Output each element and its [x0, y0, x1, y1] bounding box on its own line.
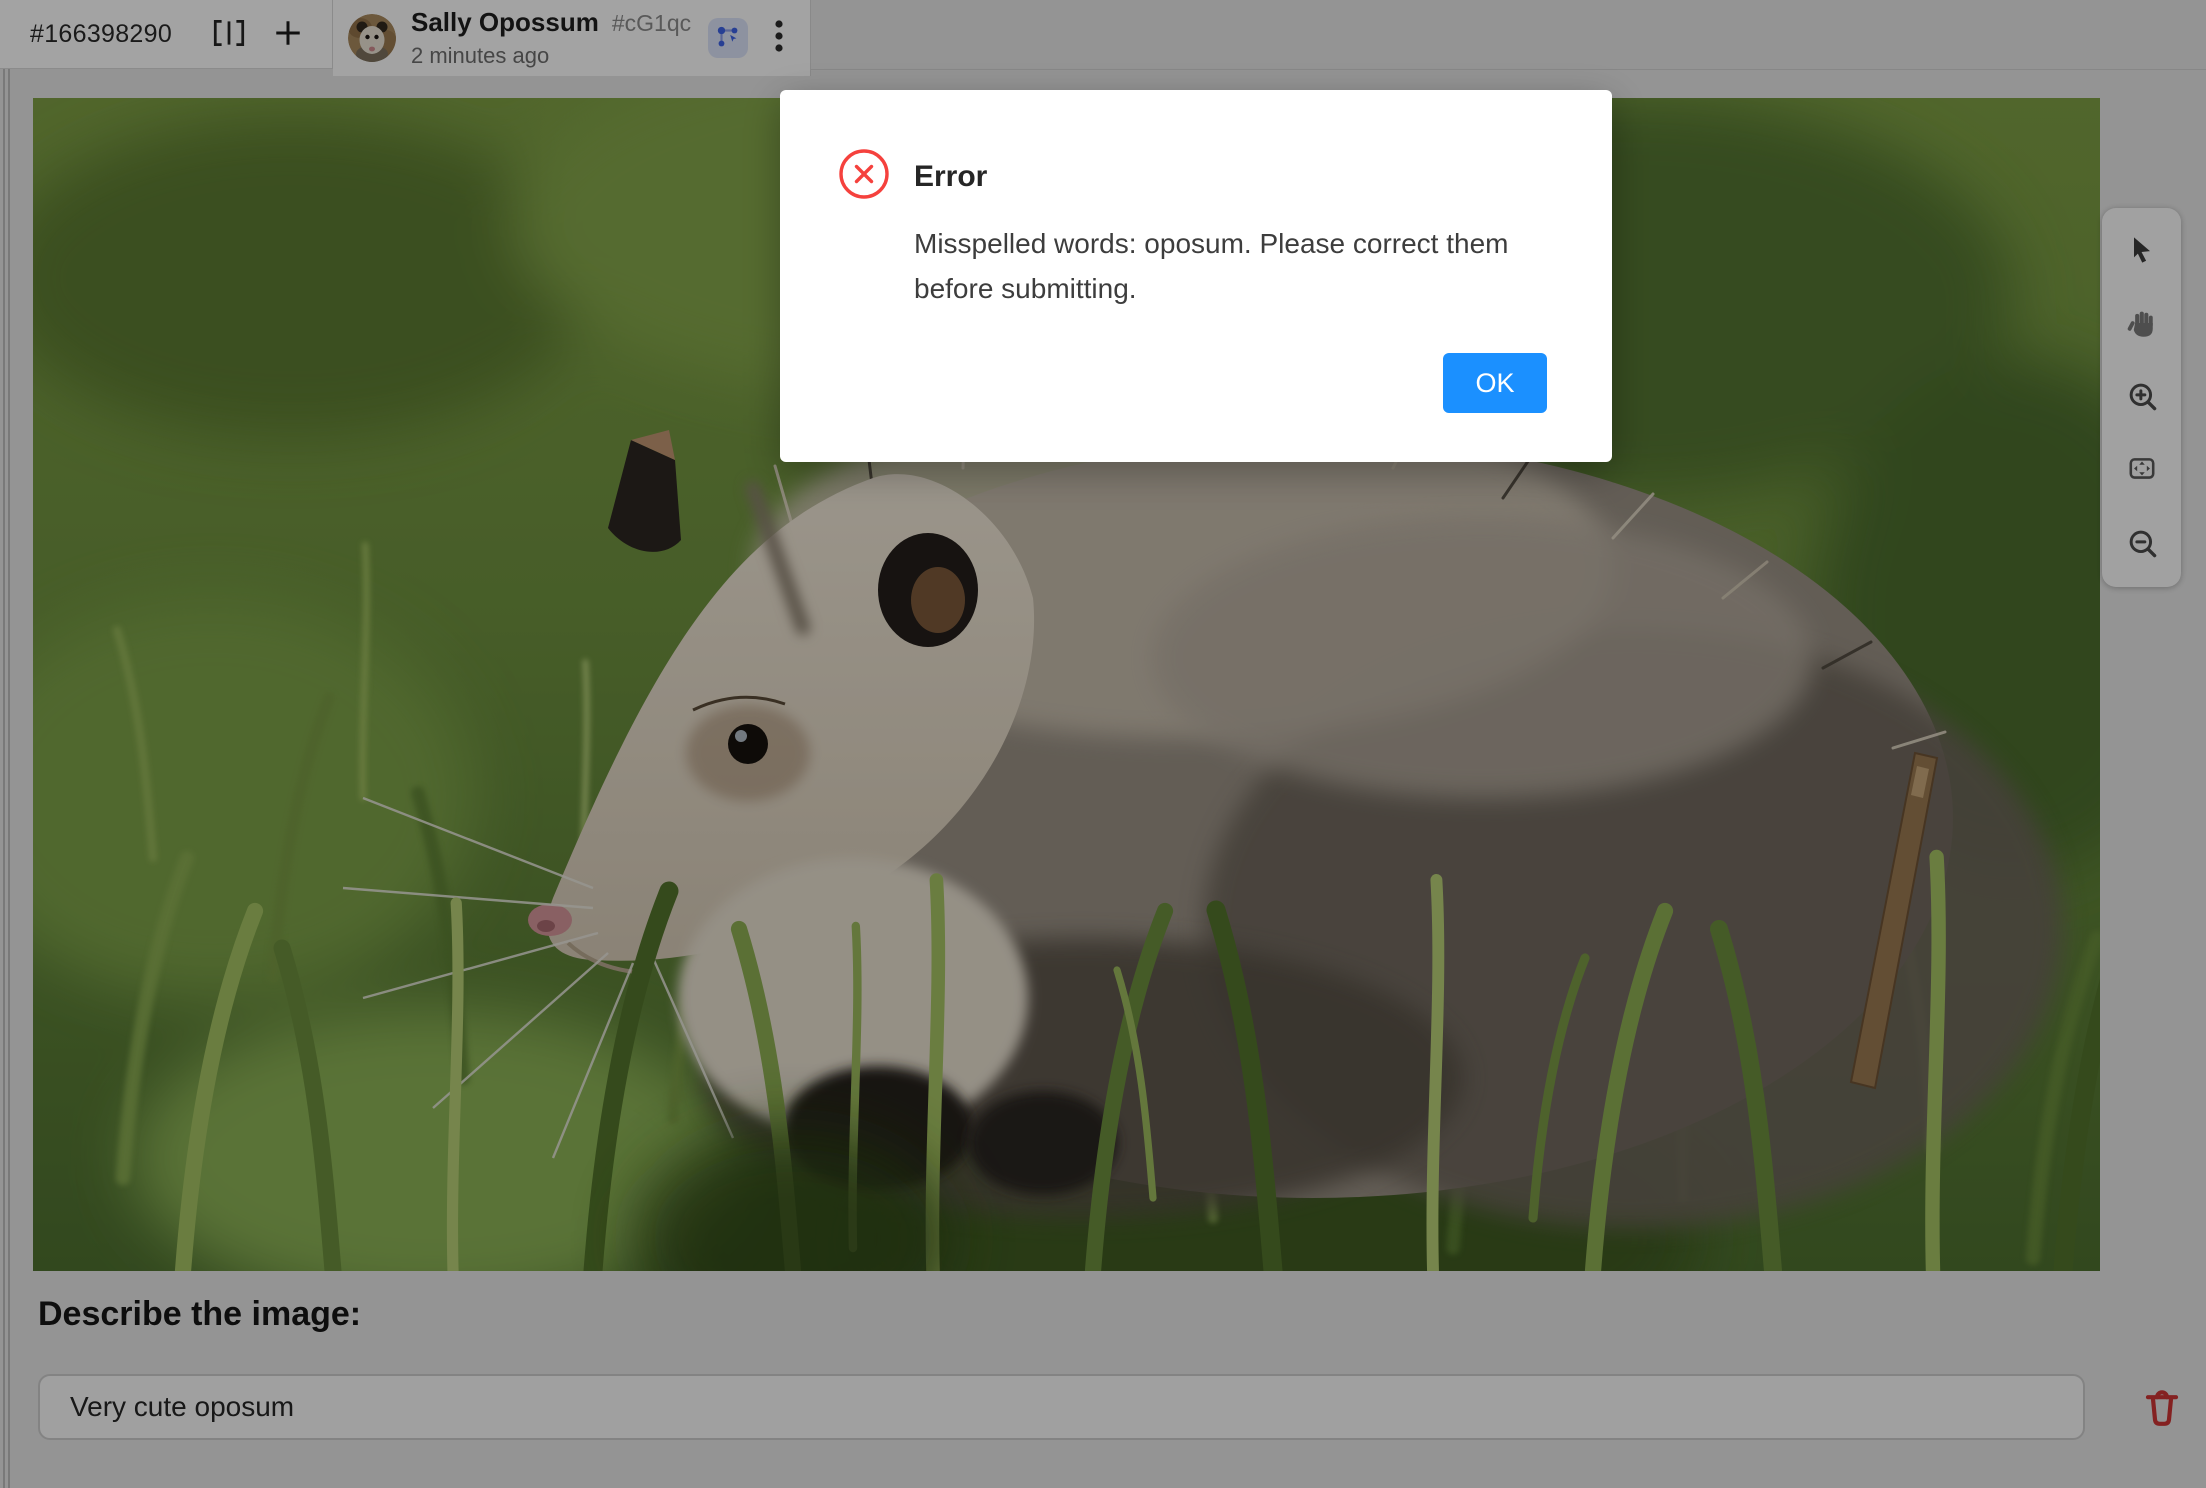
- app-root: #166398290: [0, 0, 2206, 1488]
- error-dialog: Error Misspelled words: oposum. Please c…: [780, 90, 1612, 462]
- error-icon: [838, 148, 890, 205]
- dialog-title: Error: [914, 160, 1612, 194]
- ok-button[interactable]: OK: [1443, 353, 1547, 413]
- dialog-message: Misspelled words: oposum. Please correct…: [914, 221, 1539, 312]
